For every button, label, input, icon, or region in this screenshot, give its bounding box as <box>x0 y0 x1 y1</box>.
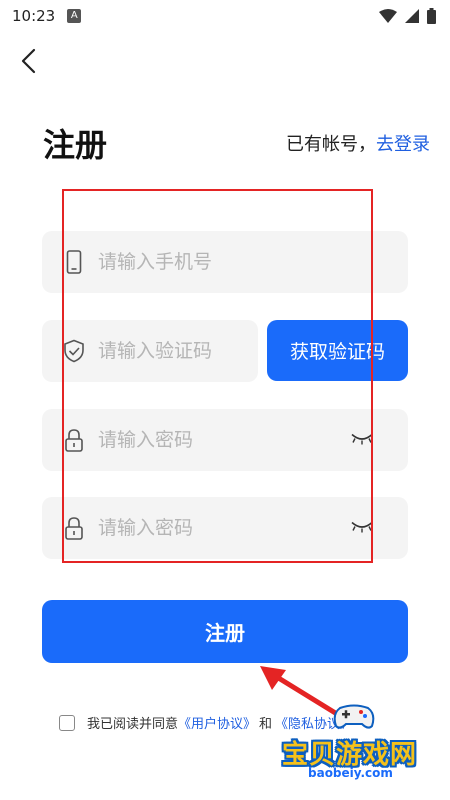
login-link[interactable]: 去登录 <box>376 134 430 155</box>
password-input[interactable] <box>98 429 328 451</box>
confirm-password-input[interactable] <box>98 517 328 539</box>
password-field[interactable] <box>42 409 408 471</box>
status-bar: 10:23 A <box>0 0 450 32</box>
user-agreement-link[interactable]: 《用户协议》 <box>178 713 256 732</box>
signal-icon <box>405 9 419 23</box>
login-prompt: 已有帐号，去登录 <box>286 130 430 156</box>
agreement-and: 和 <box>259 717 273 732</box>
have-account-text: 已有帐号， <box>286 134 376 155</box>
chevron-left-icon <box>21 48 36 74</box>
gamepad-icon <box>333 704 375 729</box>
watermark-logo: 宝贝游戏网 baobeiy.com <box>282 700 432 780</box>
phone-field[interactable] <box>42 231 408 293</box>
verification-code-field[interactable] <box>42 320 258 382</box>
lock-icon <box>62 428 86 452</box>
back-button[interactable] <box>14 46 42 76</box>
phone-icon <box>62 250 86 274</box>
confirm-password-field[interactable] <box>42 497 408 559</box>
get-code-button[interactable]: 获取验证码 <box>267 320 408 381</box>
register-button[interactable]: 注册 <box>42 600 408 663</box>
lock-icon <box>62 516 86 540</box>
eye-closed-icon[interactable] <box>350 519 374 538</box>
verification-code-input[interactable] <box>98 340 238 362</box>
page-title: 注册 <box>43 126 108 164</box>
phone-input[interactable] <box>98 251 328 273</box>
agreement-prefix: 我已阅读并同意 <box>87 717 179 732</box>
eye-closed-icon[interactable] <box>350 431 374 450</box>
watermark-url: baobeiy.com <box>308 766 393 780</box>
shield-icon <box>62 339 86 363</box>
wifi-icon <box>379 9 397 23</box>
notification-icon: A <box>67 9 82 23</box>
status-time: 10:23 <box>12 7 56 25</box>
agree-checkbox[interactable] <box>59 714 75 731</box>
battery-icon <box>427 8 436 24</box>
status-icons <box>379 8 436 24</box>
